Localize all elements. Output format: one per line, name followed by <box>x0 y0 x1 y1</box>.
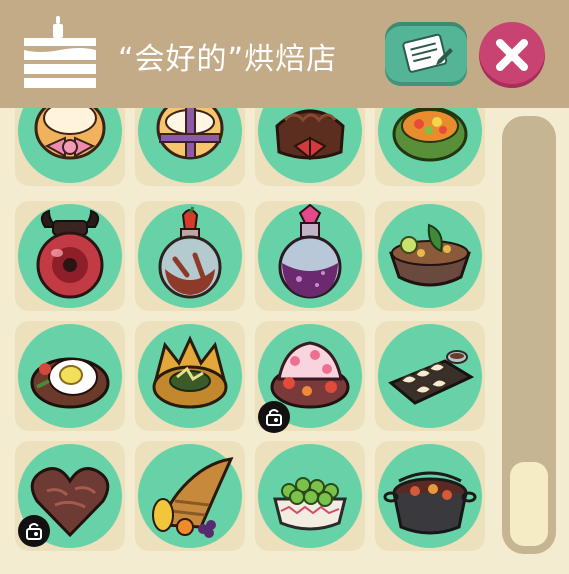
chocolate-cake-icon <box>275 109 345 161</box>
item-pumpkin-vegetable-dish[interactable] <box>375 108 485 186</box>
fried-egg-icon <box>30 357 110 409</box>
dumpling-tray-icon <box>388 350 475 405</box>
cream-puff-icon <box>34 108 106 160</box>
item-fried-egg-plate[interactable] <box>15 321 125 431</box>
item-cream-puff-purple-ribbon[interactable] <box>135 108 245 186</box>
item-cornucopia[interactable] <box>135 441 245 551</box>
item-chili-potion-jar[interactable] <box>135 201 245 311</box>
potion-icon <box>36 209 104 299</box>
item-grid <box>0 108 500 574</box>
item-crown-pie[interactable] <box>135 321 245 431</box>
cake-icon <box>24 16 96 88</box>
close-icon <box>496 39 528 71</box>
cornucopia-icon <box>152 457 234 538</box>
scrollbar-thumb[interactable] <box>510 462 548 546</box>
lock-icon <box>18 515 50 547</box>
item-vegetable-soup-bowl[interactable] <box>375 201 485 311</box>
item-horned-red-potion[interactable] <box>15 201 125 311</box>
soup-bowl-icon <box>389 223 471 287</box>
close-button[interactable] <box>479 22 545 88</box>
cream-puff-icon <box>156 108 224 160</box>
shop-title: “会好的”烘焙店 <box>118 42 338 77</box>
potion-icon <box>278 203 342 299</box>
notes-icon <box>402 33 453 73</box>
item-chocolate-cake-red-bow[interactable] <box>255 108 365 186</box>
potion-icon <box>158 206 222 299</box>
item-cream-puff-pink-bow[interactable] <box>15 108 125 186</box>
item-pea-bowl[interactable] <box>255 441 365 551</box>
pumpkin-dish-icon <box>392 108 468 162</box>
pea-bowl-icon <box>273 477 347 531</box>
lock-icon <box>258 401 290 433</box>
crown-pie-icon <box>152 335 228 409</box>
stew-pot-icon <box>383 471 477 535</box>
notes-button[interactable] <box>385 22 467 86</box>
item-dumpling-tray[interactable] <box>375 321 485 431</box>
item-purple-gem-potion[interactable] <box>255 201 365 311</box>
item-chocolate-heart[interactable] <box>15 441 125 551</box>
item-stew-pot[interactable] <box>375 441 485 551</box>
item-strawberry-cream-cake[interactable] <box>255 321 365 433</box>
